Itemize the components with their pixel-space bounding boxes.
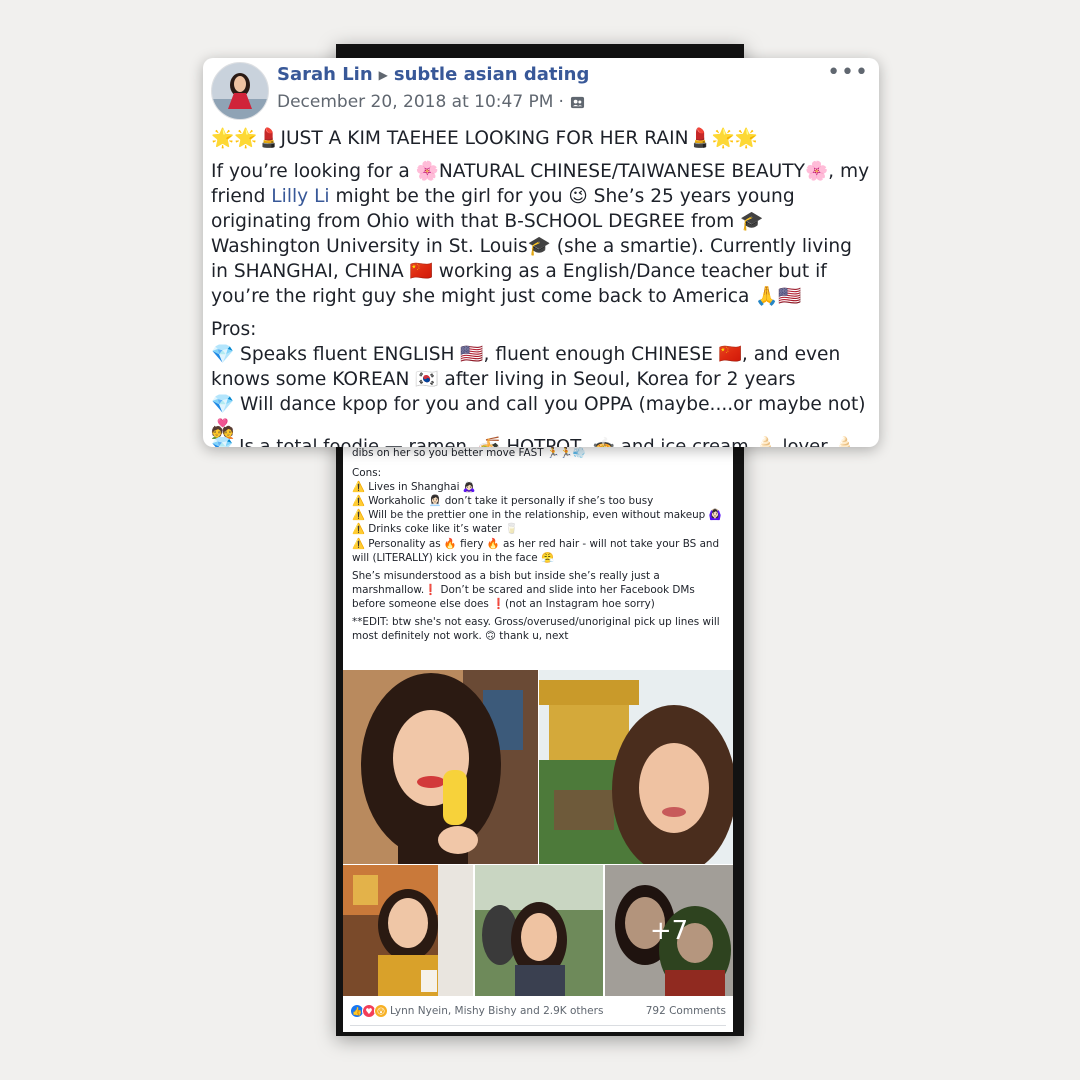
photo-5-more[interactable]: +7 (605, 865, 733, 996)
more-photos-count[interactable]: +7 (605, 865, 733, 996)
photo-1[interactable] (343, 670, 538, 864)
separator-dot: · (558, 92, 564, 112)
group-name[interactable]: subtle asian dating (394, 64, 589, 85)
cons-item: ⚠️ Personality as 🔥 fiery 🔥 as her red h… (352, 537, 720, 564)
post-date[interactable]: December 20, 2018 at 10:47 PM (277, 92, 553, 112)
cons-item: ⚠️ Drinks coke like it’s water 🥛 (352, 523, 519, 536)
post-text-continued: dibs on her so you better move FAST 🏃🏃💨 … (352, 446, 730, 647)
pros-item: 💎 Will dance kpop for you and call you O… (211, 394, 866, 440)
photo-grid: +7 (343, 670, 733, 996)
cons-item: ⚠️ Will be the prettier one in the relat… (352, 509, 722, 522)
intro-paragraph: If you’re looking for a 🌸NATURAL CHINESE… (211, 159, 871, 309)
divider (350, 1025, 726, 1026)
group-privacy-icon (570, 96, 584, 108)
reactors-text[interactable]: Lynn Nyein, Mishy Bishy and 2.9K others (390, 1005, 603, 1017)
cons-item: ⚠️ Workaholic 👩🏻‍💼 don’t take it persona… (352, 495, 654, 508)
post-header: Sarah Lin ▶ subtle asian dating (277, 64, 589, 85)
cons-item: ⚠️ Lives in Shanghai 🙇🏻‍♀️ (352, 481, 476, 494)
author-name[interactable]: Sarah Lin (277, 64, 373, 85)
wow-reaction-icon: 😮 (374, 1004, 388, 1018)
avatar[interactable] (211, 62, 269, 120)
reaction-icons[interactable]: 👍 ♥ 😮 (350, 1004, 388, 1018)
post-meta: December 20, 2018 at 10:47 PM · (277, 92, 585, 112)
pros-item-cut-off: 💎 Is a total foodie — ramen, 🍜 HOTPOT, 🍲… (211, 436, 851, 447)
comments-count[interactable]: 792 Comments (646, 1005, 726, 1017)
photo-4[interactable] (475, 865, 603, 996)
photo-3[interactable] (343, 865, 473, 996)
closing-paragraph: She’s misunderstood as a bish but inside… (352, 569, 695, 610)
reactions-bar: 👍 ♥ 😮 Lynn Nyein, Mishy Bishy and 2.9K o… (350, 1000, 726, 1022)
post-card-zoomed: Sarah Lin ▶ subtle asian dating December… (203, 58, 879, 447)
more-options-icon[interactable]: ••• (827, 60, 869, 85)
post-headline: 🌟🌟💄JUST A KIM TAEHEE LOOKING FOR HER RAI… (211, 128, 758, 149)
pros-label: Pros: (211, 319, 257, 340)
cons-label: Cons: (352, 467, 382, 480)
post-body: 🌟🌟💄JUST A KIM TAEHEE LOOKING FOR HER RAI… (211, 126, 871, 442)
dibs-line: dibs on her so you better move FAST 🏃🏃💨 (352, 447, 586, 459)
photo-2[interactable] (539, 670, 733, 864)
pros-item: 💎 Speaks fluent ENGLISH 🇺🇸, fluent enoug… (211, 344, 841, 390)
edit-paragraph: **EDIT: btw she's not easy. Gross/overus… (352, 616, 720, 643)
friend-link[interactable]: Lilly Li (271, 186, 329, 207)
arrow-right-icon: ▶ (378, 67, 388, 82)
